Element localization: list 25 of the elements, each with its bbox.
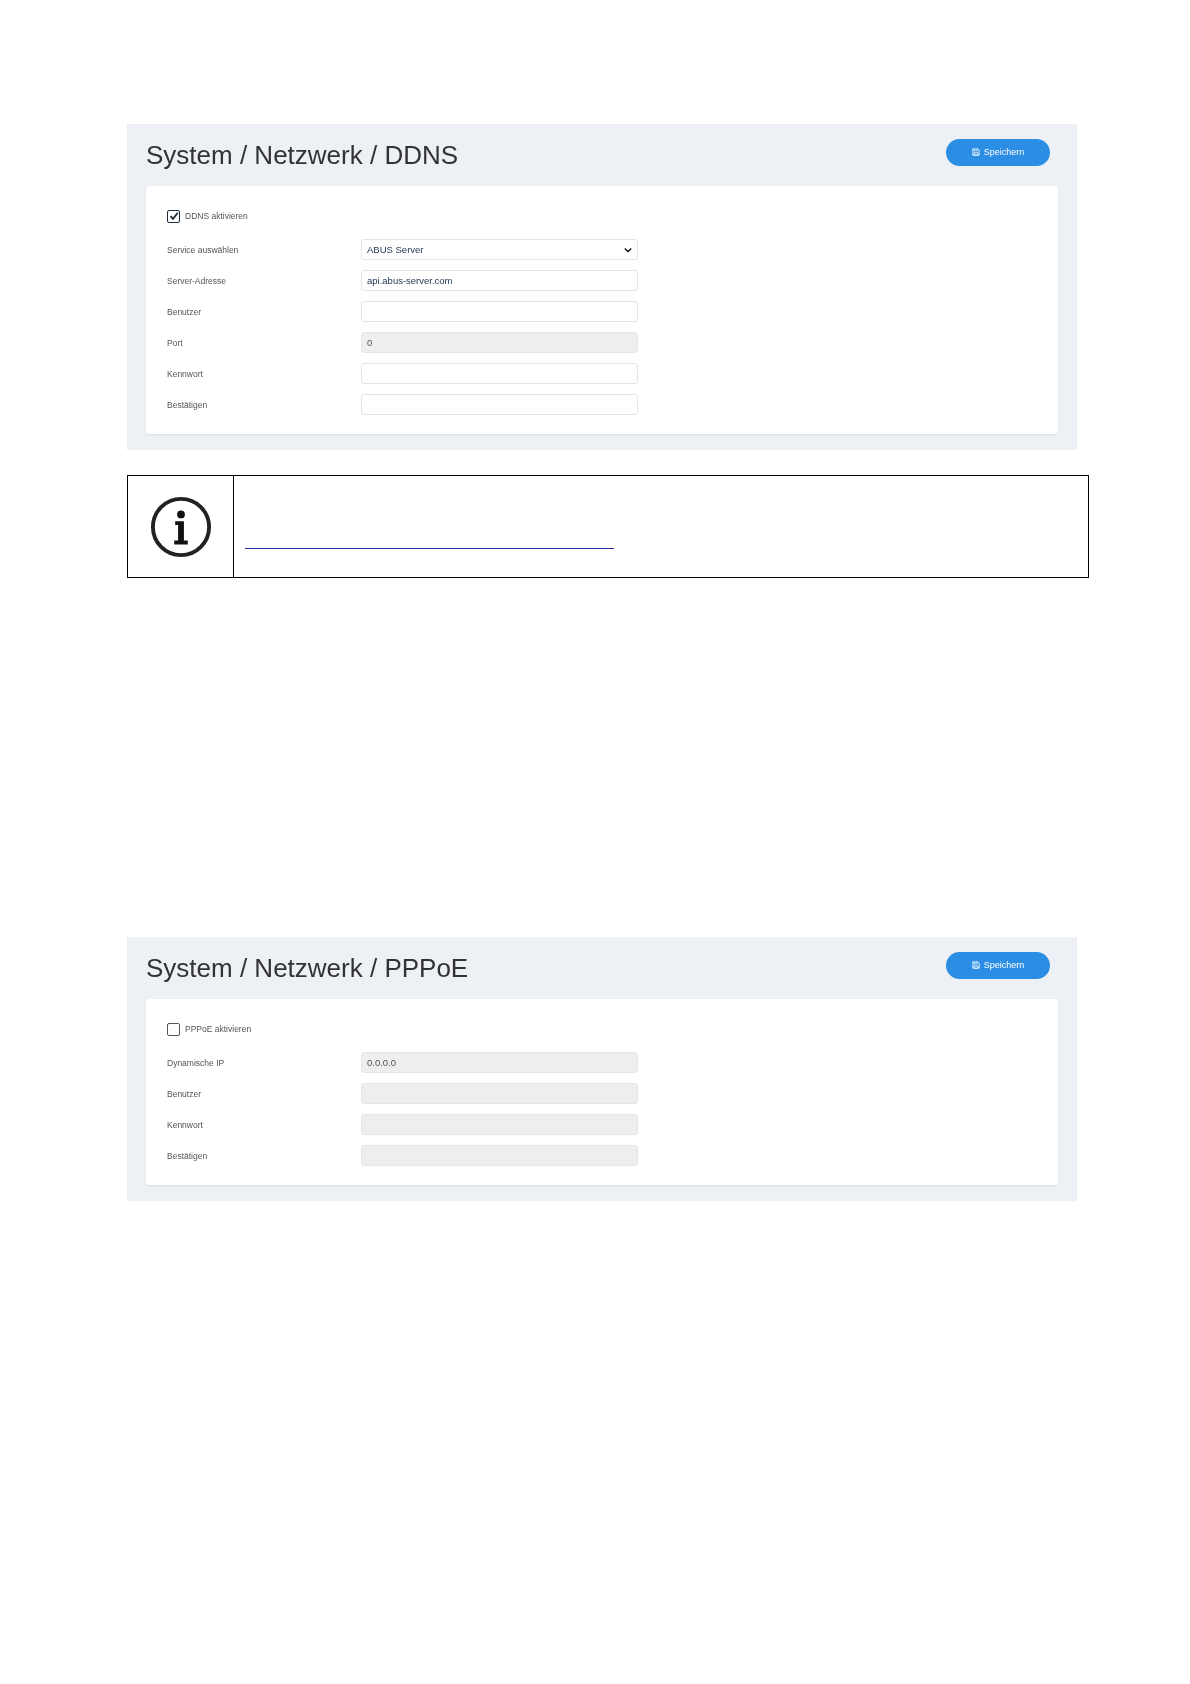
field-label: Benutzer — [167, 306, 203, 317]
chevron-icon — [624, 246, 632, 253]
input-field[interactable] — [361, 394, 638, 415]
checkbox-label: PPPoE aktivieren — [185, 1024, 252, 1034]
field-label: Kennwort — [167, 368, 204, 379]
info-icon — [149, 495, 212, 558]
field-label: Service auswählen — [167, 244, 240, 255]
field-label: Server-Adresse — [167, 275, 228, 286]
field-label: Port — [167, 337, 184, 348]
input-field[interactable]: api.abus-server.com — [361, 270, 638, 291]
save-icon — [971, 148, 980, 156]
page-title: System / Netzwerk / PPPoE — [146, 952, 469, 984]
save-icon — [971, 961, 980, 969]
field-label: Dynamische IP — [167, 1057, 226, 1068]
checkbox[interactable] — [167, 1022, 180, 1036]
input-field[interactable] — [361, 301, 638, 322]
field-label: Bestätigen — [167, 1150, 209, 1161]
field-label: Bestätigen — [167, 399, 209, 410]
field-label: Benutzer — [167, 1088, 203, 1099]
select-field[interactable]: ABUS Server — [361, 239, 638, 260]
field-label: Kennwort — [167, 1119, 204, 1130]
input-field[interactable] — [361, 363, 638, 384]
checkbox-label: DDNS aktivieren — [185, 211, 248, 221]
page-title: System / Netzwerk / DDNS — [146, 139, 459, 171]
checkbox[interactable] — [167, 209, 180, 223]
